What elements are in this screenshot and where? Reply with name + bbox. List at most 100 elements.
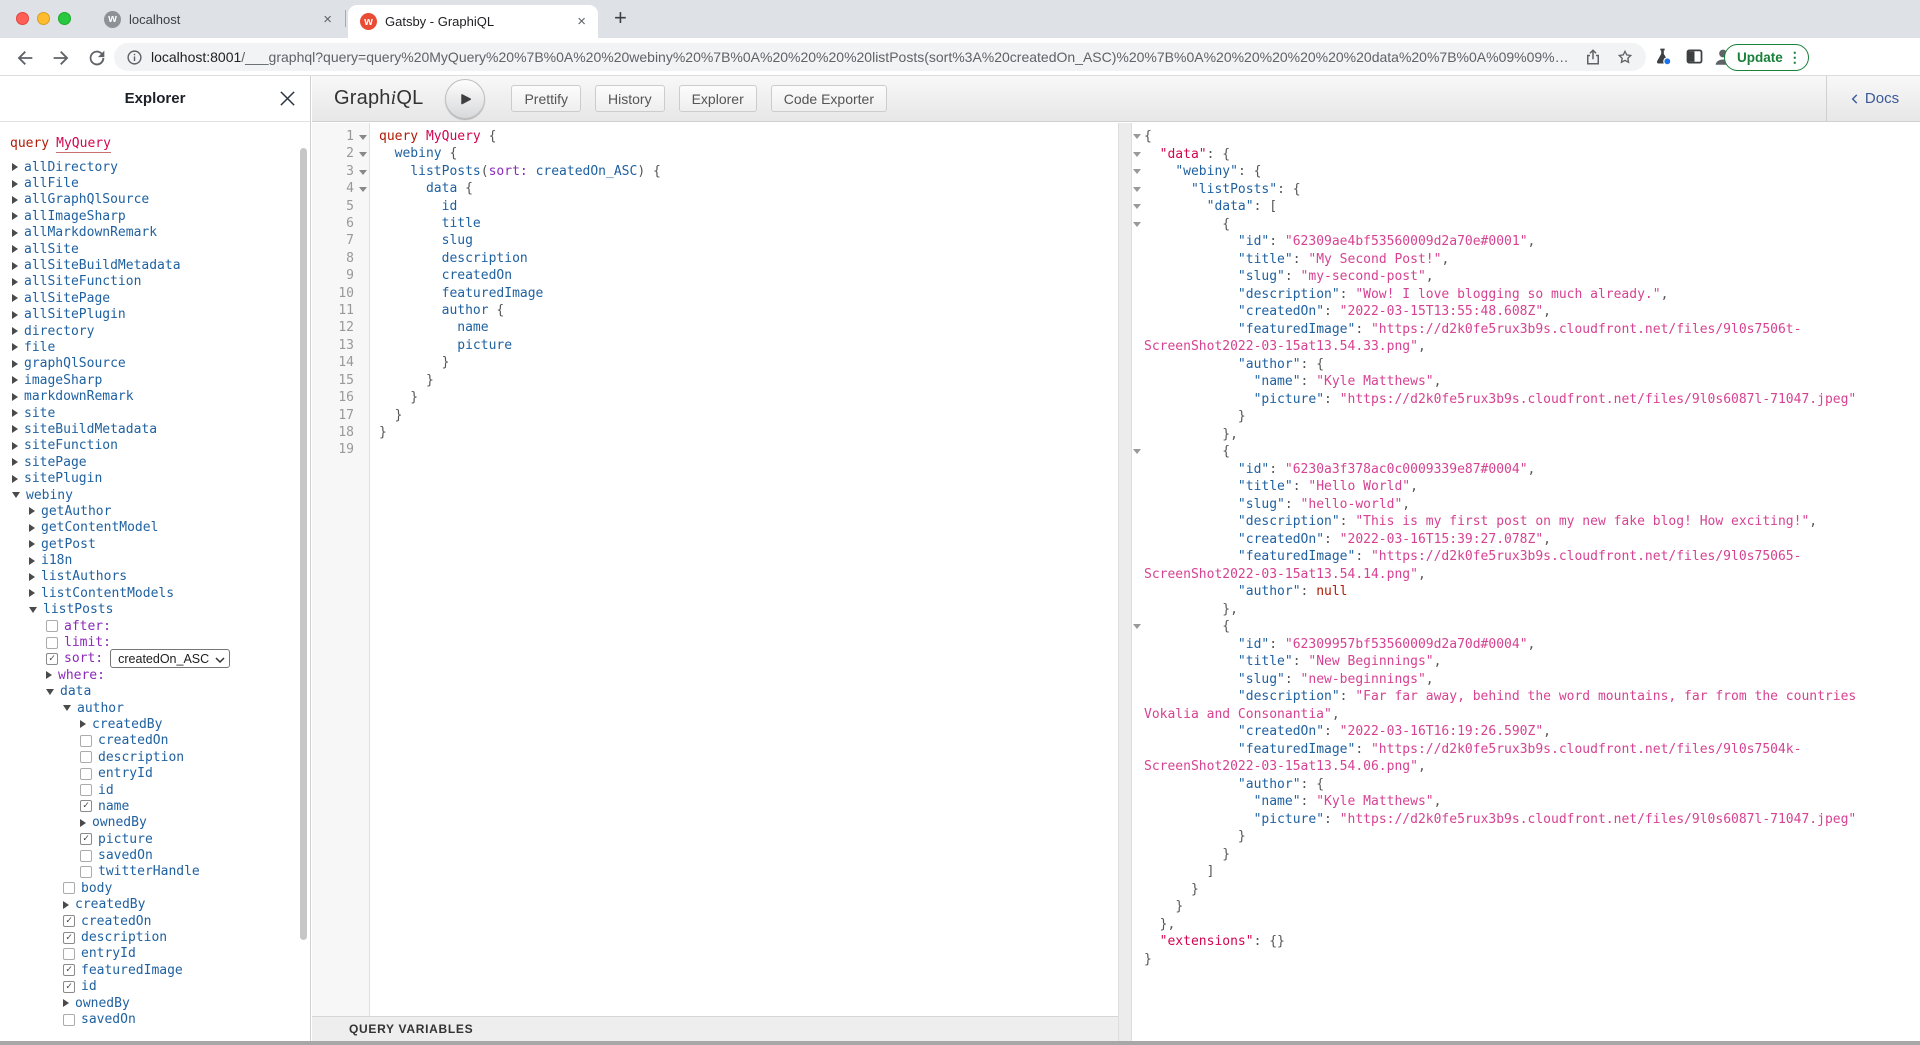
tree-collapsed-icon[interactable] (12, 360, 18, 368)
explorer-row-siteBuildMetadata[interactable]: siteBuildMetadata (10, 421, 310, 437)
tree-collapsed-icon[interactable] (12, 458, 18, 466)
code-exporter-button[interactable]: Code Exporter (771, 85, 887, 112)
checkbox-checked-icon[interactable]: ✓ (80, 800, 92, 812)
checkbox-unchecked-icon[interactable] (80, 768, 92, 780)
explorer-row-savedOn[interactable]: savedOn (10, 847, 310, 863)
checkbox-checked-icon[interactable]: ✓ (80, 833, 92, 845)
explorer-row-allFile[interactable]: allFile (10, 175, 310, 191)
tree-expanded-icon[interactable] (46, 689, 54, 695)
explorer-row-site[interactable]: site (10, 405, 310, 421)
explorer-row-createdOn[interactable]: createdOn (10, 733, 310, 749)
fold-arrow-icon[interactable] (1133, 204, 1141, 209)
url-text[interactable]: localhost:8001/___graphql?query=query%20… (151, 49, 1570, 65)
new-tab-icon[interactable]: + (614, 5, 627, 31)
tree-collapsed-icon[interactable] (12, 180, 18, 188)
explorer-row-allSite[interactable]: allSite (10, 241, 310, 257)
tab-close-icon[interactable]: × (577, 14, 586, 29)
explorer-row-sort[interactable]: ✓sort:createdOn_ASC (10, 651, 310, 667)
info-icon[interactable] (126, 49, 143, 66)
fold-arrow-icon[interactable] (359, 135, 367, 140)
explorer-row-entryId[interactable]: entryId (10, 765, 310, 781)
query-name[interactable]: MyQuery (56, 136, 111, 153)
explorer-row-directory[interactable]: directory (10, 323, 310, 339)
explorer-row-siteFunction[interactable]: siteFunction (10, 438, 310, 454)
fold-arrow-icon[interactable] (359, 152, 367, 157)
fold-arrow-icon[interactable] (1133, 152, 1141, 157)
explorer-row-allSitePage[interactable]: allSitePage (10, 290, 310, 306)
checkbox-unchecked-icon[interactable] (80, 850, 92, 862)
explorer-row-author[interactable]: author (10, 700, 310, 716)
tree-collapsed-icon[interactable] (12, 229, 18, 237)
explorer-row-listPosts[interactable]: listPosts (10, 602, 310, 618)
explorer-row-picture[interactable]: ✓picture (10, 831, 310, 847)
explorer-row-createdBy[interactable]: createdBy (10, 897, 310, 913)
tree-collapsed-icon[interactable] (12, 262, 18, 270)
explorer-row-savedOn[interactable]: savedOn (10, 1011, 310, 1027)
code-line[interactable]: 11 author { (312, 302, 1118, 319)
forward-icon[interactable] (50, 47, 72, 69)
pane-divider[interactable] (1118, 123, 1132, 1041)
tree-collapsed-icon[interactable] (12, 278, 18, 286)
explorer-row-featuredImage[interactable]: ✓featuredImage (10, 962, 310, 978)
explorer-row-getContentModel[interactable]: getContentModel (10, 520, 310, 536)
fold-arrow-icon[interactable] (1133, 222, 1141, 227)
reload-icon[interactable] (86, 47, 108, 69)
code-line[interactable]: 14 } (312, 354, 1118, 371)
tree-collapsed-icon[interactable] (12, 294, 18, 302)
explorer-row-description[interactable]: description (10, 749, 310, 765)
traffic-light-close-icon[interactable] (16, 12, 29, 25)
checkbox-checked-icon[interactable]: ✓ (63, 981, 75, 993)
tree-collapsed-icon[interactable] (12, 376, 18, 384)
explorer-row-ownedBy[interactable]: ownedBy (10, 995, 310, 1011)
code-line[interactable]: 19 (312, 441, 1118, 458)
explorer-row-data[interactable]: data (10, 684, 310, 700)
explorer-row-sitePlugin[interactable]: sitePlugin (10, 470, 310, 486)
checkbox-checked-icon[interactable]: ✓ (46, 653, 58, 665)
explorer-row-allSiteBuildMetadata[interactable]: allSiteBuildMetadata (10, 257, 310, 273)
code-line[interactable]: 12 name (312, 319, 1118, 336)
tab-localhost[interactable]: w localhost × (92, 0, 344, 38)
tree-collapsed-icon[interactable] (63, 901, 69, 909)
explorer-row-i18n[interactable]: i18n (10, 552, 310, 568)
code-line[interactable]: 16 } (312, 389, 1118, 406)
tab-close-icon[interactable]: × (323, 12, 332, 27)
code-line[interactable]: 9 createdOn (312, 267, 1118, 284)
explorer-scrollbar[interactable] (300, 148, 307, 940)
query-editor[interactable]: 1query MyQuery {2 webiny {3 listPosts(so… (312, 123, 1118, 1018)
tree-collapsed-icon[interactable] (29, 573, 35, 581)
fold-arrow-icon[interactable] (1133, 187, 1141, 192)
checkbox-unchecked-icon[interactable] (46, 620, 58, 632)
explorer-row-allSiteFunction[interactable]: allSiteFunction (10, 274, 310, 290)
tree-collapsed-icon[interactable] (63, 999, 69, 1007)
tree-collapsed-icon[interactable] (29, 589, 35, 597)
checkbox-unchecked-icon[interactable] (63, 948, 75, 960)
checkbox-unchecked-icon[interactable] (46, 637, 58, 649)
fold-arrow-icon[interactable] (359, 187, 367, 192)
explorer-row-getPost[interactable]: getPost (10, 536, 310, 552)
share-icon[interactable] (1584, 48, 1602, 66)
tree-collapsed-icon[interactable] (12, 212, 18, 220)
code-line[interactable]: 13 picture (312, 337, 1118, 354)
execute-query-button[interactable] (445, 79, 485, 119)
explorer-row-id[interactable]: id (10, 782, 310, 798)
explorer-row-imageSharp[interactable]: imageSharp (10, 372, 310, 388)
tree-collapsed-icon[interactable] (12, 327, 18, 335)
checkbox-checked-icon[interactable]: ✓ (63, 915, 75, 927)
tab-gatsby-graphiql[interactable]: w Gatsby - GraphiQL × (348, 5, 598, 38)
explorer-row-name[interactable]: ✓name (10, 798, 310, 814)
code-line[interactable]: 15 } (312, 372, 1118, 389)
explorer-row-where[interactable]: where: (10, 667, 310, 683)
star-icon[interactable] (1616, 48, 1634, 66)
tree-collapsed-icon[interactable] (46, 671, 52, 679)
code-line[interactable]: 2 webiny { (312, 145, 1118, 162)
tree-collapsed-icon[interactable] (12, 196, 18, 204)
tree-expanded-icon[interactable] (12, 492, 20, 498)
checkbox-unchecked-icon[interactable] (80, 735, 92, 747)
explorer-row-id[interactable]: ✓id (10, 979, 310, 995)
tree-collapsed-icon[interactable] (12, 343, 18, 351)
kebab-menu-icon[interactable]: ⋮ (1788, 49, 1802, 66)
explorer-row-file[interactable]: file (10, 339, 310, 355)
query-header[interactable]: queryMyQuery (10, 136, 310, 151)
flask-extension-icon[interactable] (1652, 46, 1673, 67)
checkbox-checked-icon[interactable]: ✓ (63, 932, 75, 944)
